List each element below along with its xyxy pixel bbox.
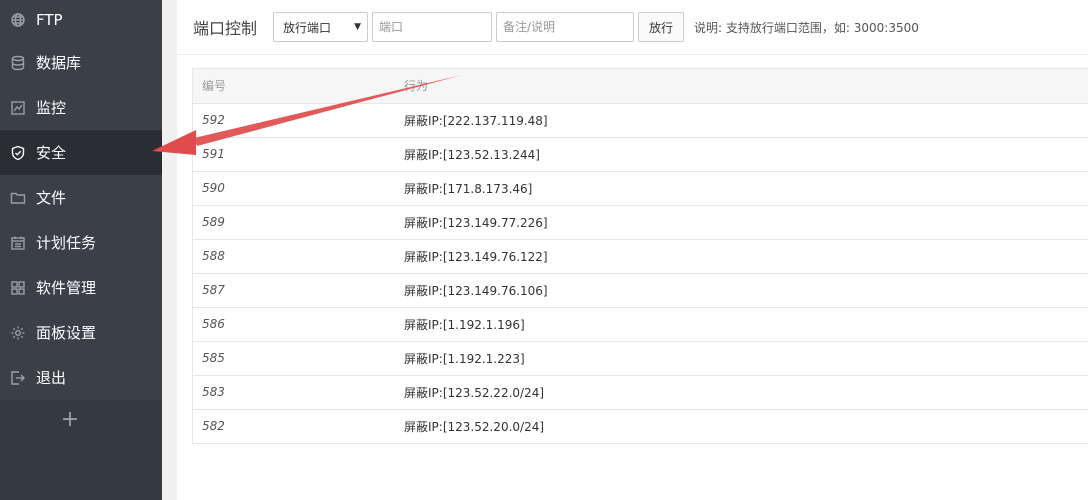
row-action: 屏蔽IP:[123.149.76.122] [404, 249, 548, 264]
port-input[interactable] [372, 12, 493, 42]
sidebar-item-label: 监控 [36, 99, 67, 117]
chevron-down-icon: ▼ [354, 22, 362, 32]
table-row: 587 屏蔽IP:[123.149.76.106] [193, 273, 1088, 307]
gear-icon [9, 324, 26, 341]
sidebar-item-monitor[interactable]: 监控 [0, 85, 162, 130]
logout-icon [9, 369, 26, 386]
table-row: 592 屏蔽IP:[222.137.119.48] [193, 103, 1088, 137]
row-id: 591 [202, 147, 225, 161]
row-id: 592 [202, 113, 225, 127]
sidebar-item-label: 文件 [36, 189, 67, 207]
row-action: 屏蔽IP:[1.192.1.223] [404, 351, 525, 366]
sidebar-item-label: 软件管理 [36, 279, 97, 297]
port-control-toolbar: 端口控制 放行端口 ▼ 放行 说明: 支持放行端口范围，如: 3000:3500 [177, 0, 1088, 55]
row-id: 589 [202, 215, 225, 229]
sidebar-item-logout[interactable]: 退出 [0, 355, 162, 400]
shield-icon [9, 144, 26, 161]
log-table: 编号 行为 592 屏蔽IP:[222.137.119.48] 591 屏蔽IP:[… [193, 69, 1088, 443]
main-panel: 端口控制 放行端口 ▼ 放行 说明: 支持放行端口范围，如: 3000:3500… [177, 0, 1088, 500]
sidebar-item-database[interactable]: 数据库 [0, 40, 162, 85]
log-table-container: 编号 行为 592 屏蔽IP:[222.137.119.48] 591 屏蔽IP:[… [192, 68, 1088, 444]
row-action: 屏蔽IP:[123.149.76.106] [404, 283, 548, 298]
sidebar-item-label: 面板设置 [36, 324, 97, 342]
globe-icon [9, 12, 26, 29]
table-row: 586 屏蔽IP:[1.192.1.196] [193, 307, 1088, 341]
add-shortcut-button[interactable]: + [0, 408, 140, 432]
sidebar-item-cron[interactable]: 计划任务 [0, 220, 162, 265]
table-header-row: 编号 行为 [193, 69, 1088, 103]
grid-icon [9, 279, 26, 296]
rule-type-value: 放行端口 [283, 20, 332, 35]
row-action: 屏蔽IP:[171.8.173.46] [404, 181, 533, 196]
table-row: 590 屏蔽IP:[171.8.173.46] [193, 171, 1088, 205]
row-id: 582 [202, 419, 225, 434]
database-icon [9, 54, 26, 71]
row-id: 590 [202, 181, 225, 195]
column-header-id: 编号 [202, 79, 227, 94]
section-title: 端口控制 [193, 19, 258, 38]
sidebar-menu: FTP 数据库 监控 安全 文件 计划任务 软件管理 面板设置 退出 [0, 0, 162, 400]
table-row: 588 屏蔽IP:[123.149.76.122] [193, 239, 1088, 273]
sidebar-item-settings[interactable]: 面板设置 [0, 310, 162, 355]
sidebar-item-label: 安全 [36, 144, 67, 162]
sidebar-item-security[interactable]: 安全 [0, 130, 162, 175]
sidebar: FTP 数据库 监控 安全 文件 计划任务 软件管理 面板设置 退出 + [0, 0, 162, 500]
row-action: 屏蔽IP:[1.192.1.196] [404, 317, 525, 332]
sidebar-item-files[interactable]: 文件 [0, 175, 162, 220]
row-id: 588 [202, 249, 225, 263]
allow-port-button[interactable]: 放行 [638, 12, 685, 42]
row-action: 屏蔽IP:[123.52.22.0/24] [404, 385, 545, 400]
note-input[interactable] [496, 12, 635, 42]
column-header-action: 行为 [404, 79, 429, 94]
sidebar-item-label: 数据库 [36, 54, 82, 72]
table-row: 589 屏蔽IP:[123.149.77.226] [193, 205, 1088, 239]
row-action: 屏蔽IP:[222.137.119.48] [404, 113, 548, 128]
row-id: 586 [202, 317, 225, 331]
row-id: 585 [202, 351, 225, 365]
table-row: 582 屏蔽IP:[123.52.20.0/24] [193, 409, 1088, 443]
row-id: 583 [202, 385, 225, 399]
rule-type-select[interactable]: 放行端口 ▼ [273, 12, 369, 42]
row-action: 屏蔽IP:[123.149.77.226] [404, 215, 548, 230]
table-row: 591 屏蔽IP:[123.52.13.244] [193, 137, 1088, 171]
sidebar-item-label: 退出 [36, 369, 67, 387]
monitor-icon [9, 99, 26, 116]
calendar-icon [9, 234, 26, 251]
table-row: 583 屏蔽IP:[123.52.22.0/24] [193, 375, 1088, 409]
sidebar-item-label: 计划任务 [36, 234, 97, 252]
table-row: 585 屏蔽IP:[1.192.1.223] [193, 341, 1088, 375]
sidebar-item-software[interactable]: 软件管理 [0, 265, 162, 310]
sidebar-item-label: FTP [36, 11, 63, 29]
row-action: 屏蔽IP:[123.52.20.0/24] [404, 419, 545, 434]
row-action: 屏蔽IP:[123.52.13.244] [404, 147, 540, 162]
hint-text: 说明: 支持放行端口范围，如: 3000:3500 [694, 20, 919, 35]
folder-icon [9, 189, 26, 206]
sidebar-item-ftp[interactable]: FTP [0, 0, 162, 40]
row-id: 587 [202, 283, 225, 297]
